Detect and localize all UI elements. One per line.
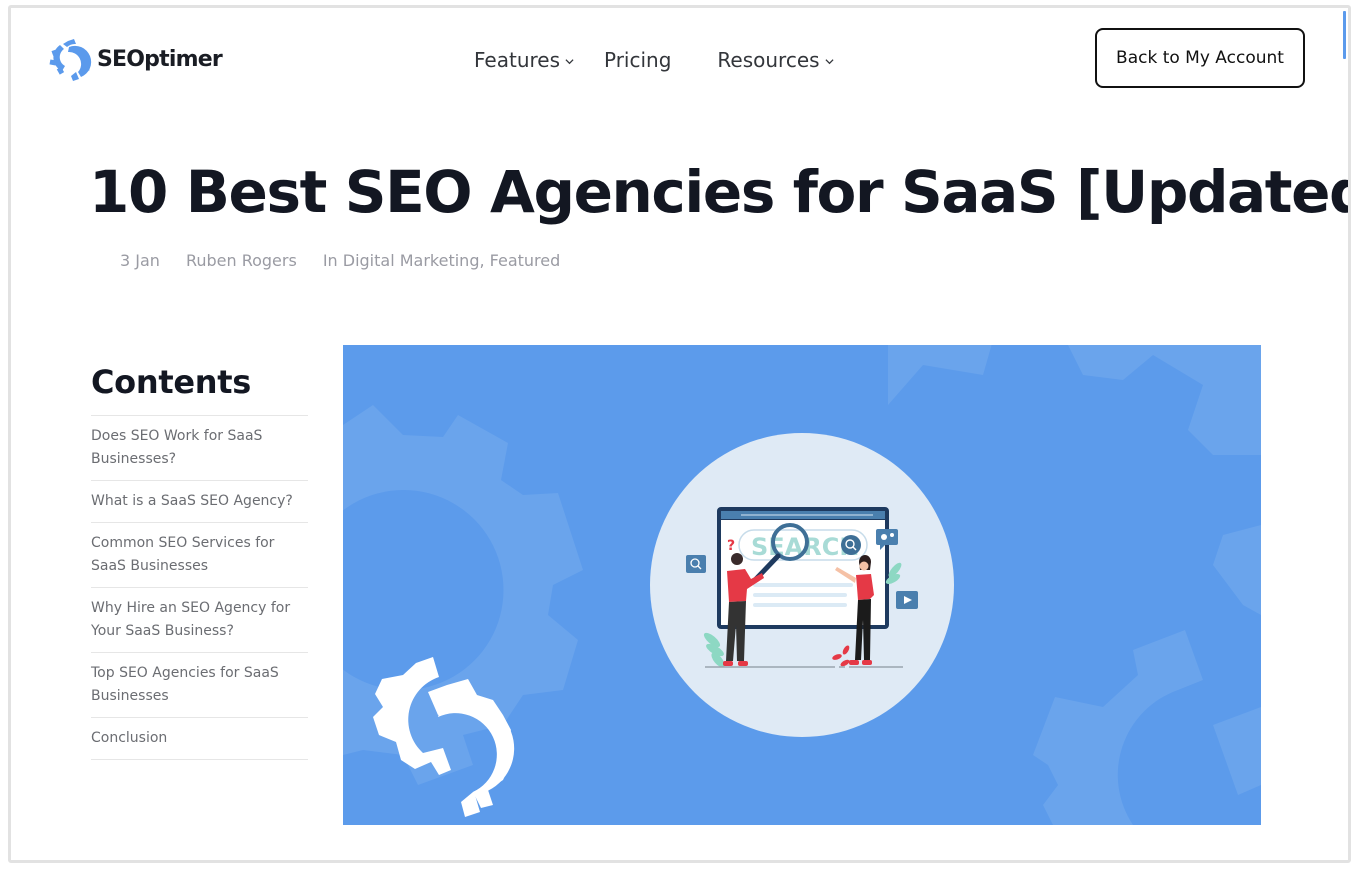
nav-pricing[interactable]: Pricing (604, 48, 671, 72)
question-mark-icon: ? (727, 538, 735, 554)
chevron-down-icon (565, 58, 574, 64)
nav-features[interactable]: Features (474, 48, 574, 72)
article-author[interactable]: Ruben Rogers (186, 251, 297, 270)
toc-item[interactable]: Why Hire an SEO Agency for Your SaaS Bus… (91, 588, 308, 653)
toc-item[interactable]: Does SEO Work for SaaS Businesses? (91, 416, 308, 481)
back-to-account-button[interactable]: Back to My Account (1095, 28, 1305, 88)
nav-features-label: Features (474, 48, 560, 72)
brand-name: SEOptimer (97, 46, 223, 72)
gear-logo-icon (49, 39, 92, 81)
toc-title: Contents (91, 363, 251, 401)
toc-item[interactable]: Top SEO Agencies for SaaS Businesses (91, 653, 308, 718)
search-icon (686, 555, 706, 573)
article-meta: 3 Jan Ruben Rogers In Digital Marketing,… (120, 251, 560, 270)
toc-item[interactable]: Common SEO Services for SaaS Businesses (91, 523, 308, 588)
article-date: 3 Jan (120, 251, 160, 270)
article-categories[interactable]: In Digital Marketing, Featured (323, 251, 560, 270)
chevron-down-icon (825, 58, 834, 64)
main-nav: Features Pricing Resources (474, 48, 834, 72)
scrollbar[interactable] (1342, 8, 1348, 860)
play-icon (896, 591, 918, 609)
scrollbar-thumb[interactable] (1343, 11, 1346, 59)
hero-image: SEARCH ? (343, 345, 1261, 825)
logo[interactable]: SEOptimer (48, 36, 223, 82)
browser-page: SEOptimer Features Pricing Resources Bac… (8, 5, 1351, 863)
hero-illustration: SEARCH ? (343, 345, 1261, 825)
table-of-contents: Contents Does SEO Work for SaaS Business… (91, 363, 308, 760)
nav-pricing-label: Pricing (604, 48, 672, 72)
nav-resources-label: Resources (717, 48, 820, 72)
page-title: 10 Best SEO Agencies for SaaS [Updated] (89, 158, 1351, 226)
nav-resources[interactable]: Resources (717, 48, 834, 72)
background-gear-icon (1033, 630, 1261, 825)
toc-item[interactable]: Conclusion (91, 718, 308, 760)
toc-list: Does SEO Work for SaaS Businesses? What … (91, 415, 308, 760)
toc-item[interactable]: What is a SaaS SEO Agency? (91, 481, 308, 523)
